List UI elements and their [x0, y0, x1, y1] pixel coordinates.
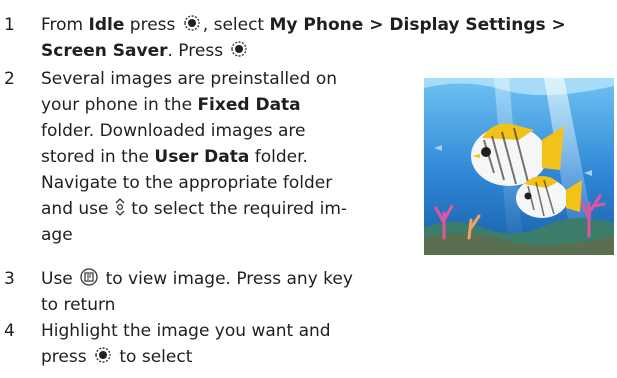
select-key-icon [181, 13, 203, 41]
select-key-icon [228, 39, 250, 67]
step-2-line-1: Several images are preinstalled on [41, 69, 337, 89]
step-4: 4 Highlight the image you want and press… [4, 318, 404, 374]
view-key-icon [78, 267, 100, 295]
step-2-line-3: folder. Downloaded images are [41, 121, 306, 141]
step-2-line-2: your phone in the Fixed Data [41, 95, 301, 115]
idle-label: Idle [88, 15, 125, 35]
screen-saver-label: Screen Saver [41, 41, 168, 61]
step-2-line-5: Navigate to the appropriate folder [41, 173, 333, 193]
step-3-line-1: Use to view image. Press any key [41, 266, 353, 295]
screensaver-fish-image [424, 78, 614, 255]
menu-path: My Phone > Display Settings > [269, 15, 566, 35]
step-1-line-1: From Idle press , select My Phone > Disp… [41, 12, 566, 41]
step-4-line-1: Highlight the image you want and [41, 321, 331, 341]
step-3: 3 Use to view image. Press any key to re… [4, 266, 404, 322]
step-3-line-2: to return [41, 295, 116, 315]
step-number: 4 [4, 321, 15, 341]
step-2-line-4: stored in the User Data folder. [41, 147, 308, 167]
select-key-icon [92, 345, 114, 373]
step-2: 2 Several images are preinstalled on you… [4, 66, 404, 256]
step-4-line-2: press to select [41, 344, 192, 373]
user-data-label: User Data [154, 147, 250, 167]
step-1-line-2: Screen Saver. Press [41, 38, 250, 67]
fixed-data-label: Fixed Data [197, 95, 301, 115]
nav-up-down-icon [114, 197, 126, 225]
step-2-line-7: age [41, 225, 73, 245]
step-number: 1 [4, 15, 15, 35]
step-number: 3 [4, 269, 15, 289]
step-number: 2 [4, 69, 15, 89]
step-1: 1 From Idle press , select My Phone > Di… [4, 12, 614, 68]
step-2-line-6: and use to select the required im- [41, 196, 347, 225]
